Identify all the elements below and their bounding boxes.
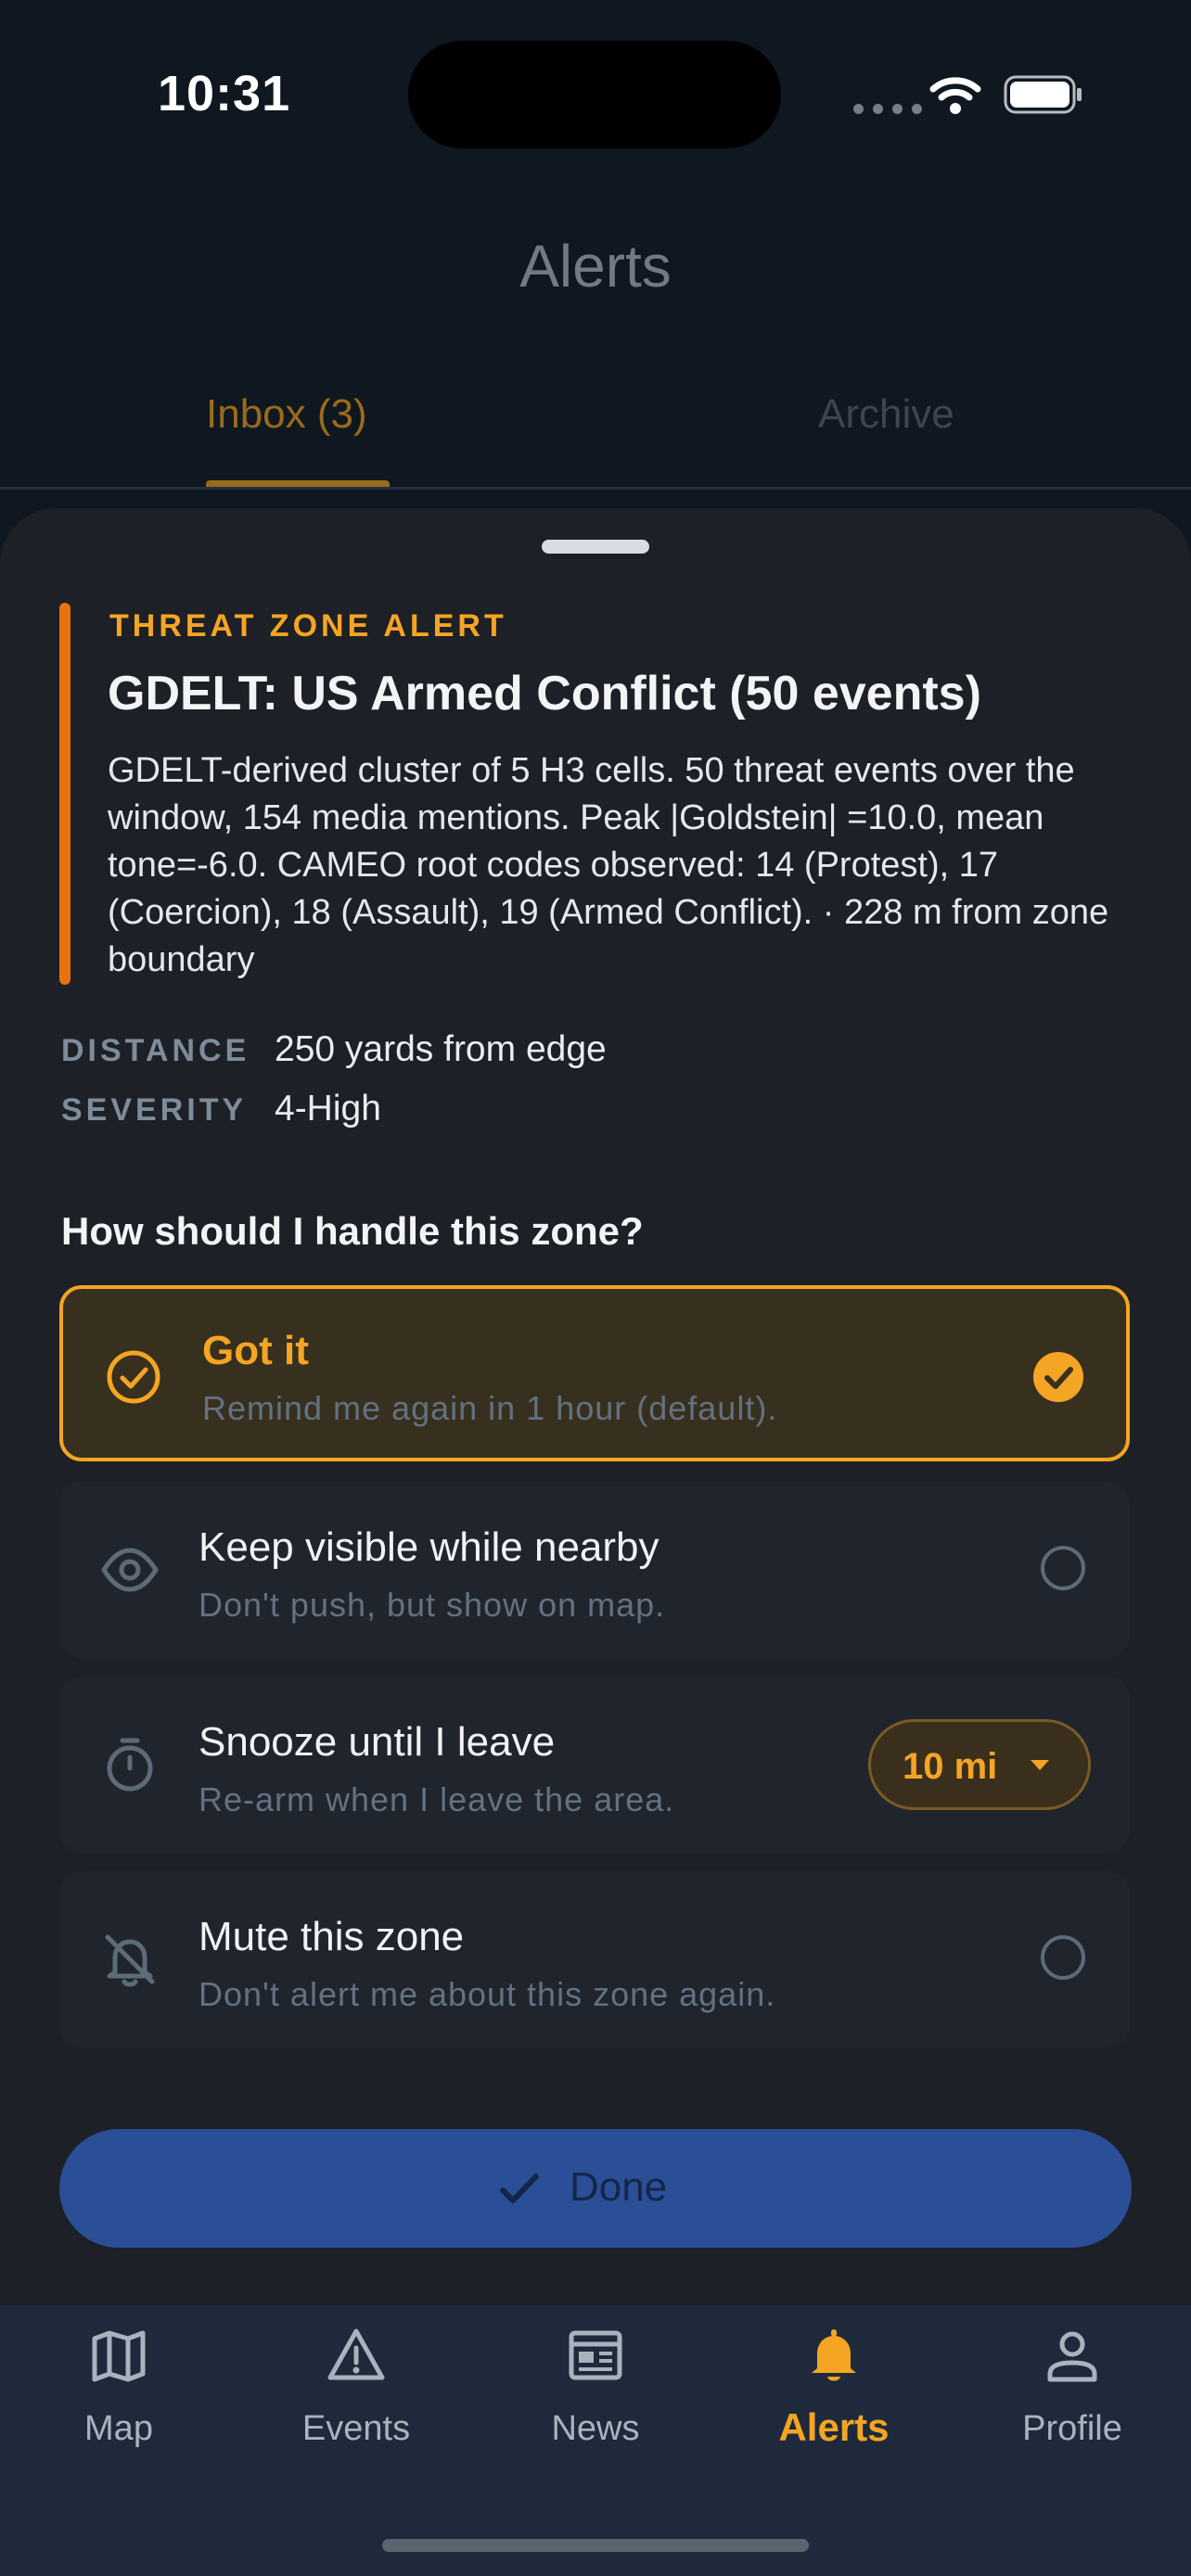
option-title: Keep visible while nearby <box>198 1524 660 1570</box>
page-title: Alerts <box>519 233 672 300</box>
battery-icon <box>1004 75 1082 114</box>
caret-down-icon <box>1031 1760 1049 1770</box>
nav-item-map[interactable]: Map <box>0 2305 237 2509</box>
nav-label: Profile <box>1022 2409 1122 2448</box>
nav-item-events[interactable]: Events <box>237 2305 475 2509</box>
sheet-drag-handle[interactable] <box>542 540 649 554</box>
dynamic-island <box>408 41 781 148</box>
bottom-nav: Map Events News Alerts Profile <box>0 2305 1191 2576</box>
option-subtitle: Don't push, but show on map. <box>198 1586 666 1624</box>
option-subtitle: Remind me again in 1 hour (default). <box>202 1389 778 1427</box>
status-time: 10:31 <box>158 66 291 121</box>
map-icon <box>92 2330 146 2382</box>
alert-accent-bar <box>59 603 70 985</box>
cellular-signal-icon <box>853 104 922 114</box>
warning-icon <box>327 2328 385 2380</box>
nav-item-news[interactable]: News <box>477 2305 714 2509</box>
handling-question: How should I handle this zone? <box>61 1209 644 1253</box>
alert-title: GDELT: US Armed Conflict (50 events) <box>108 667 981 721</box>
radio-button[interactable] <box>1041 1546 1085 1590</box>
nav-item-profile[interactable]: Profile <box>954 2305 1191 2509</box>
bell-off-icon <box>105 1934 155 1987</box>
eye-icon <box>101 1548 159 1592</box>
done-button-label: Done <box>570 2164 668 2210</box>
nav-item-alerts[interactable]: Alerts <box>715 2305 953 2509</box>
nav-label: Alerts <box>778 2405 890 2449</box>
alert-kicker: THREAT ZONE ALERT <box>109 608 507 644</box>
distance-dropdown-value: 10 mi <box>903 1746 998 1787</box>
radio-button[interactable] <box>1041 1935 1085 1980</box>
check-icon <box>500 2174 539 2203</box>
selected-check-icon <box>1033 1352 1083 1402</box>
severity-value: 4-High <box>275 1089 381 1129</box>
option-title: Snooze until I leave <box>198 1719 556 1765</box>
option-keep-visible[interactable]: Keep visible while nearby Don't push, bu… <box>59 1482 1130 1658</box>
nav-label: Map <box>84 2409 153 2448</box>
wifi-icon <box>929 77 981 114</box>
news-icon <box>569 2330 622 2380</box>
tab-inbox[interactable]: Inbox (3) <box>206 391 367 438</box>
option-got-it[interactable]: Got it Remind me again in 1 hour (defaul… <box>59 1285 1130 1461</box>
alert-description: GDELT-derived cluster of 5 H3 cells. 50 … <box>108 751 1109 979</box>
distance-label: DISTANCE <box>61 1033 250 1068</box>
timer-icon <box>107 1738 153 1792</box>
severity-label: SEVERITY <box>61 1092 248 1128</box>
check-circle-icon <box>107 1350 160 1404</box>
option-title: Mute this zone <box>198 1914 465 1959</box>
tab-archive[interactable]: Archive <box>818 391 954 438</box>
bell-icon <box>812 2329 856 2381</box>
home-indicator <box>382 2539 809 2552</box>
option-mute[interactable]: Mute this zone Don't alert me about this… <box>59 1871 1130 2047</box>
option-subtitle: Don't alert me about this zone again. <box>198 1975 776 2013</box>
option-snooze[interactable]: Snooze until I leave Re-arm when I leave… <box>59 1677 1130 1853</box>
divider <box>0 487 1191 490</box>
nav-label: News <box>551 2409 640 2448</box>
option-subtitle: Re-arm when I leave the area. <box>198 1780 675 1818</box>
nav-label: Events <box>301 2409 411 2448</box>
done-button[interactable]: Done <box>59 2129 1132 2248</box>
option-title: Got it <box>202 1328 309 1373</box>
distance-value: 250 yards from edge <box>275 1029 607 1069</box>
distance-dropdown[interactable]: 10 mi <box>868 1719 1091 1810</box>
profile-icon <box>1047 2331 1097 2382</box>
